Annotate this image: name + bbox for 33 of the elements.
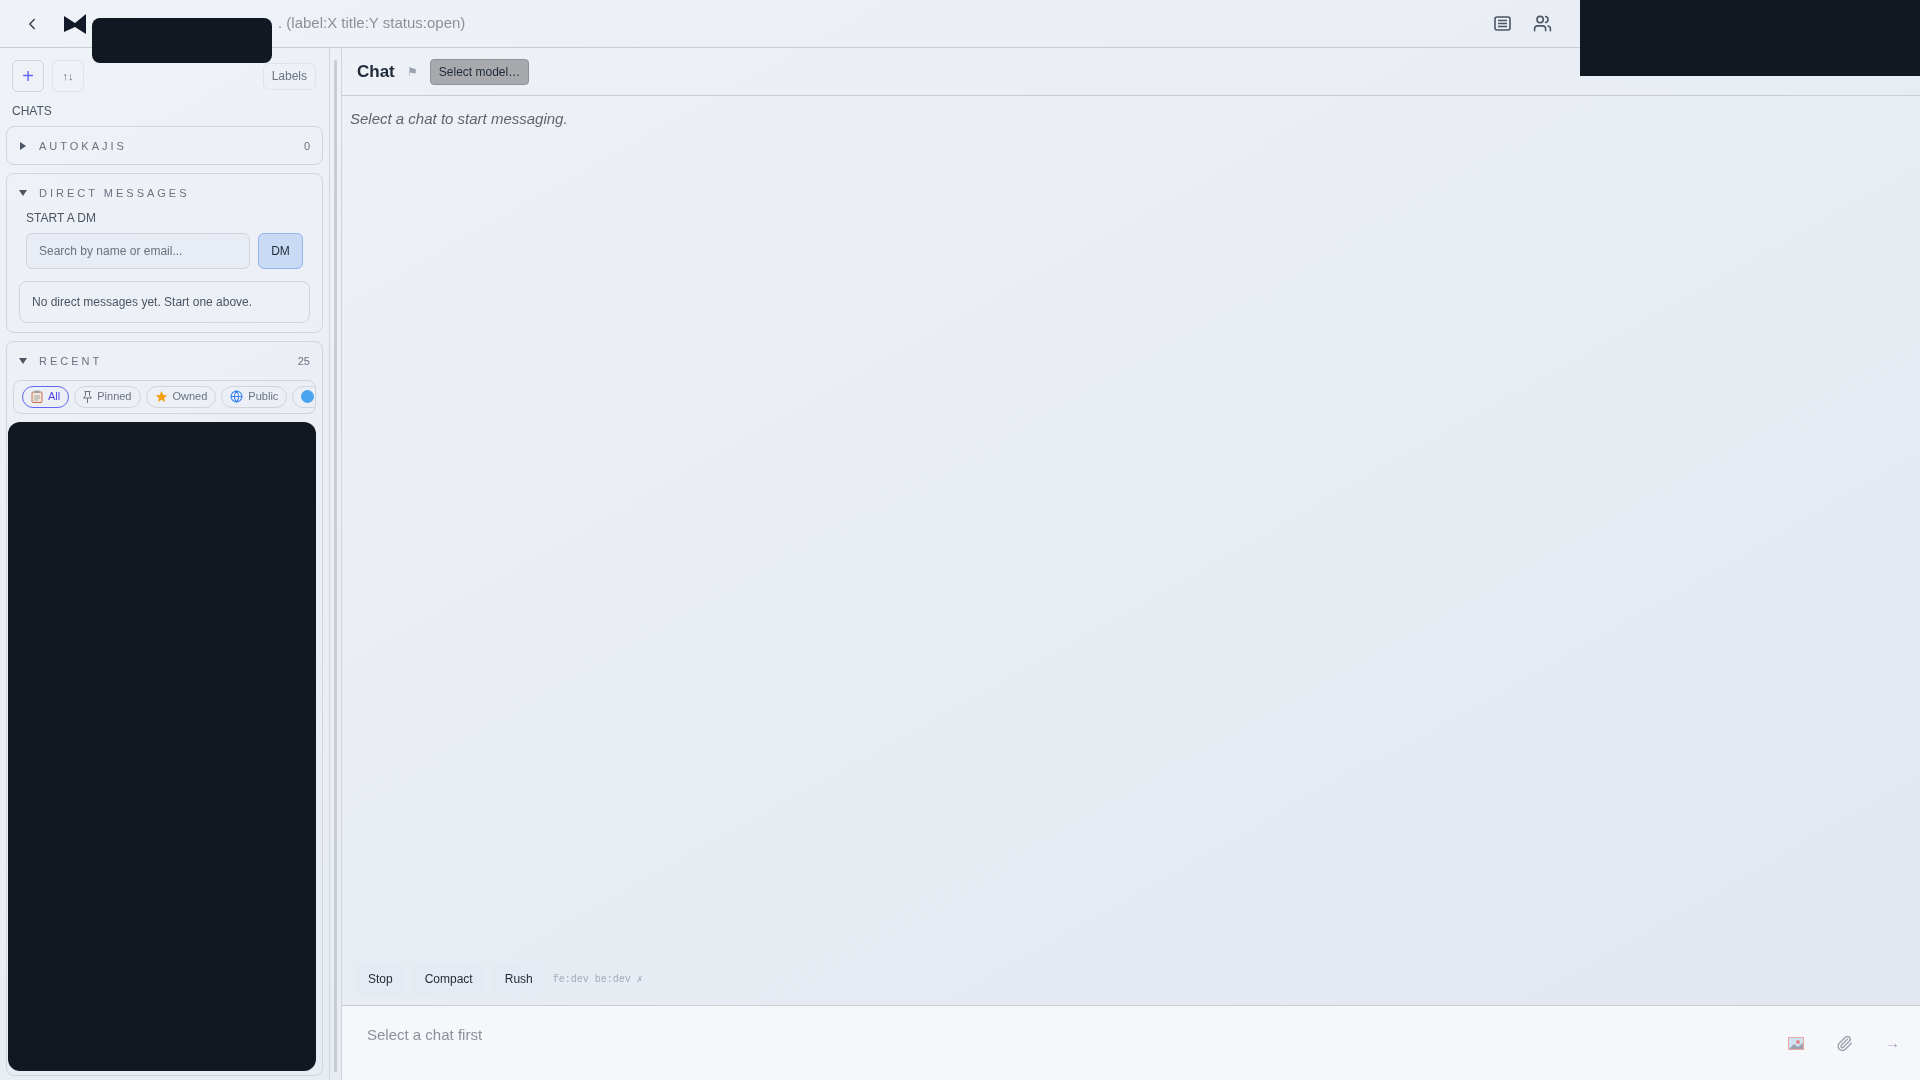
expanded-caret-icon[interactable] [19, 357, 27, 366]
empty-message: No direct messages yet. Start one above. [19, 281, 310, 323]
logo-icon [64, 13, 86, 34]
group-title[interactable]: DIRECT MESSAGES [39, 184, 190, 201]
pin-icon [83, 390, 93, 403]
dm-button[interactable]: DM [258, 233, 303, 269]
search-hint[interactable]: . (label:X title:Y status:open) [278, 12, 466, 35]
labels-button[interactable]: Labels [262, 62, 316, 90]
expanded-caret-icon[interactable] [19, 188, 27, 197]
section-title: CHATS [11, 103, 53, 120]
star-icon [154, 390, 168, 403]
new-chat-button[interactable]: + [12, 60, 44, 92]
message-input[interactable]: Select a chat first [367, 1024, 1788, 1047]
start-dm-label: START A DM [25, 210, 98, 227]
sort-button[interactable]: ↑↓ [52, 60, 84, 92]
message-composer[interactable]: Select a chat first → [342, 1005, 1920, 1080]
clipboard-icon [31, 390, 43, 403]
list-icon[interactable] [1494, 16, 1511, 31]
paperclip-icon[interactable] [1836, 1034, 1853, 1052]
dm-search-field[interactable]: Search by name or email... [26, 233, 250, 269]
group-title[interactable]: AUTOKAJIS [39, 138, 127, 155]
collapsed-caret-icon[interactable] [19, 142, 27, 151]
group-count: 0 [303, 139, 310, 154]
scrollbar[interactable] [334, 60, 337, 1072]
group-count: 25 [297, 354, 310, 369]
model-select[interactable]: Select model… [429, 58, 530, 85]
env-label: fe:dev be:dev ✗ [552, 972, 643, 987]
send-button[interactable]: → [1885, 1031, 1900, 1055]
empty-state-text: Select a chat to start messaging. [349, 109, 569, 129]
group-title[interactable]: RECENT [39, 353, 103, 370]
chat-title: Chat [357, 60, 395, 83]
globe-icon [230, 390, 244, 403]
users-icon[interactable] [1533, 14, 1552, 33]
